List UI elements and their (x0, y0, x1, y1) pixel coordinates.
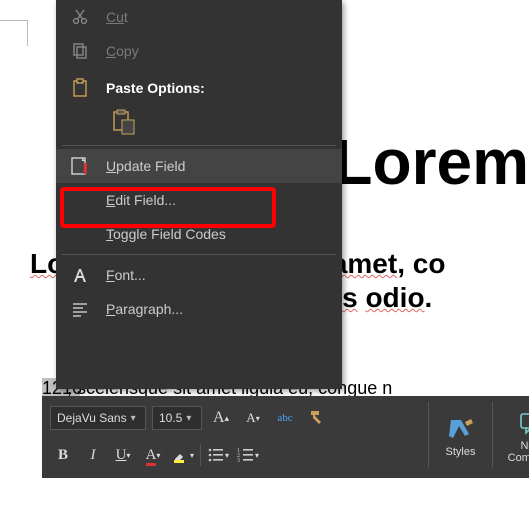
bullets-button[interactable]: ▾ (205, 442, 231, 468)
context-menu: Cut Copy Paste Options: Update Field Edi… (56, 0, 342, 389)
comment-icon (518, 406, 529, 440)
shrink-font-button[interactable]: A▾ (240, 405, 266, 431)
page-margin-guide (0, 20, 28, 46)
new-comment-label-2: Comment (508, 452, 529, 464)
menu-toggle-field-codes[interactable]: Toggle Field Codes (56, 217, 342, 251)
font-size-combo[interactable]: 10.5 ▾ (152, 406, 202, 430)
cut-icon (68, 5, 92, 29)
styles-label: Styles (446, 446, 476, 458)
mini-toolbar: DejaVu Sans ▾ 10.5 ▾ A▴ A▾ abc B I U▾ A▾… (42, 396, 529, 478)
new-comment-button[interactable]: New Comment (492, 402, 529, 468)
bold-button[interactable]: B (50, 442, 76, 468)
menu-font[interactable]: Font... (56, 258, 342, 292)
menu-edit-field[interactable]: Edit Field... (56, 183, 342, 217)
menu-cut: Cut (56, 0, 342, 34)
paste-options-label: Paste Options: (106, 80, 205, 96)
chevron-down-icon: ▾ (186, 413, 191, 424)
paste-keep-source-button[interactable] (106, 105, 142, 139)
highlight-color-button[interactable]: ▾ (170, 442, 196, 468)
font-color-button[interactable]: A▾ (140, 442, 166, 468)
chevron-down-icon: ▾ (131, 413, 136, 424)
menu-cut-label: Cu (106, 9, 124, 25)
italic-button[interactable]: I (80, 442, 106, 468)
underline-button[interactable]: U▾ (110, 442, 136, 468)
new-comment-label-1: New (520, 440, 529, 452)
styles-pane-button[interactable]: Styles (428, 402, 492, 468)
menu-paragraph[interactable]: Paragraph... (56, 292, 342, 326)
menu-copy: Copy (56, 34, 342, 68)
menu-separator (62, 145, 336, 146)
menu-separator (62, 254, 336, 255)
font-name-combo[interactable]: DejaVu Sans ▾ (50, 406, 146, 430)
proofing-button[interactable]: abc (272, 405, 298, 431)
grow-font-button[interactable]: A▴ (208, 405, 234, 431)
font-icon (68, 263, 92, 287)
font-size-value: 10.5 (159, 411, 182, 425)
svg-text:3: 3 (237, 458, 240, 464)
menu-update-field[interactable]: Update Field (56, 149, 342, 183)
paragraph-icon (68, 297, 92, 321)
update-field-icon (68, 154, 92, 178)
font-name-value: DejaVu Sans (57, 411, 127, 425)
copy-icon (68, 39, 92, 63)
paste-options-heading: Paste Options: (56, 74, 342, 102)
format-painter-button[interactable] (304, 405, 330, 431)
styles-icon (447, 412, 475, 446)
clipboard-icon (68, 76, 92, 100)
numbering-button[interactable]: 123▾ (235, 442, 261, 468)
